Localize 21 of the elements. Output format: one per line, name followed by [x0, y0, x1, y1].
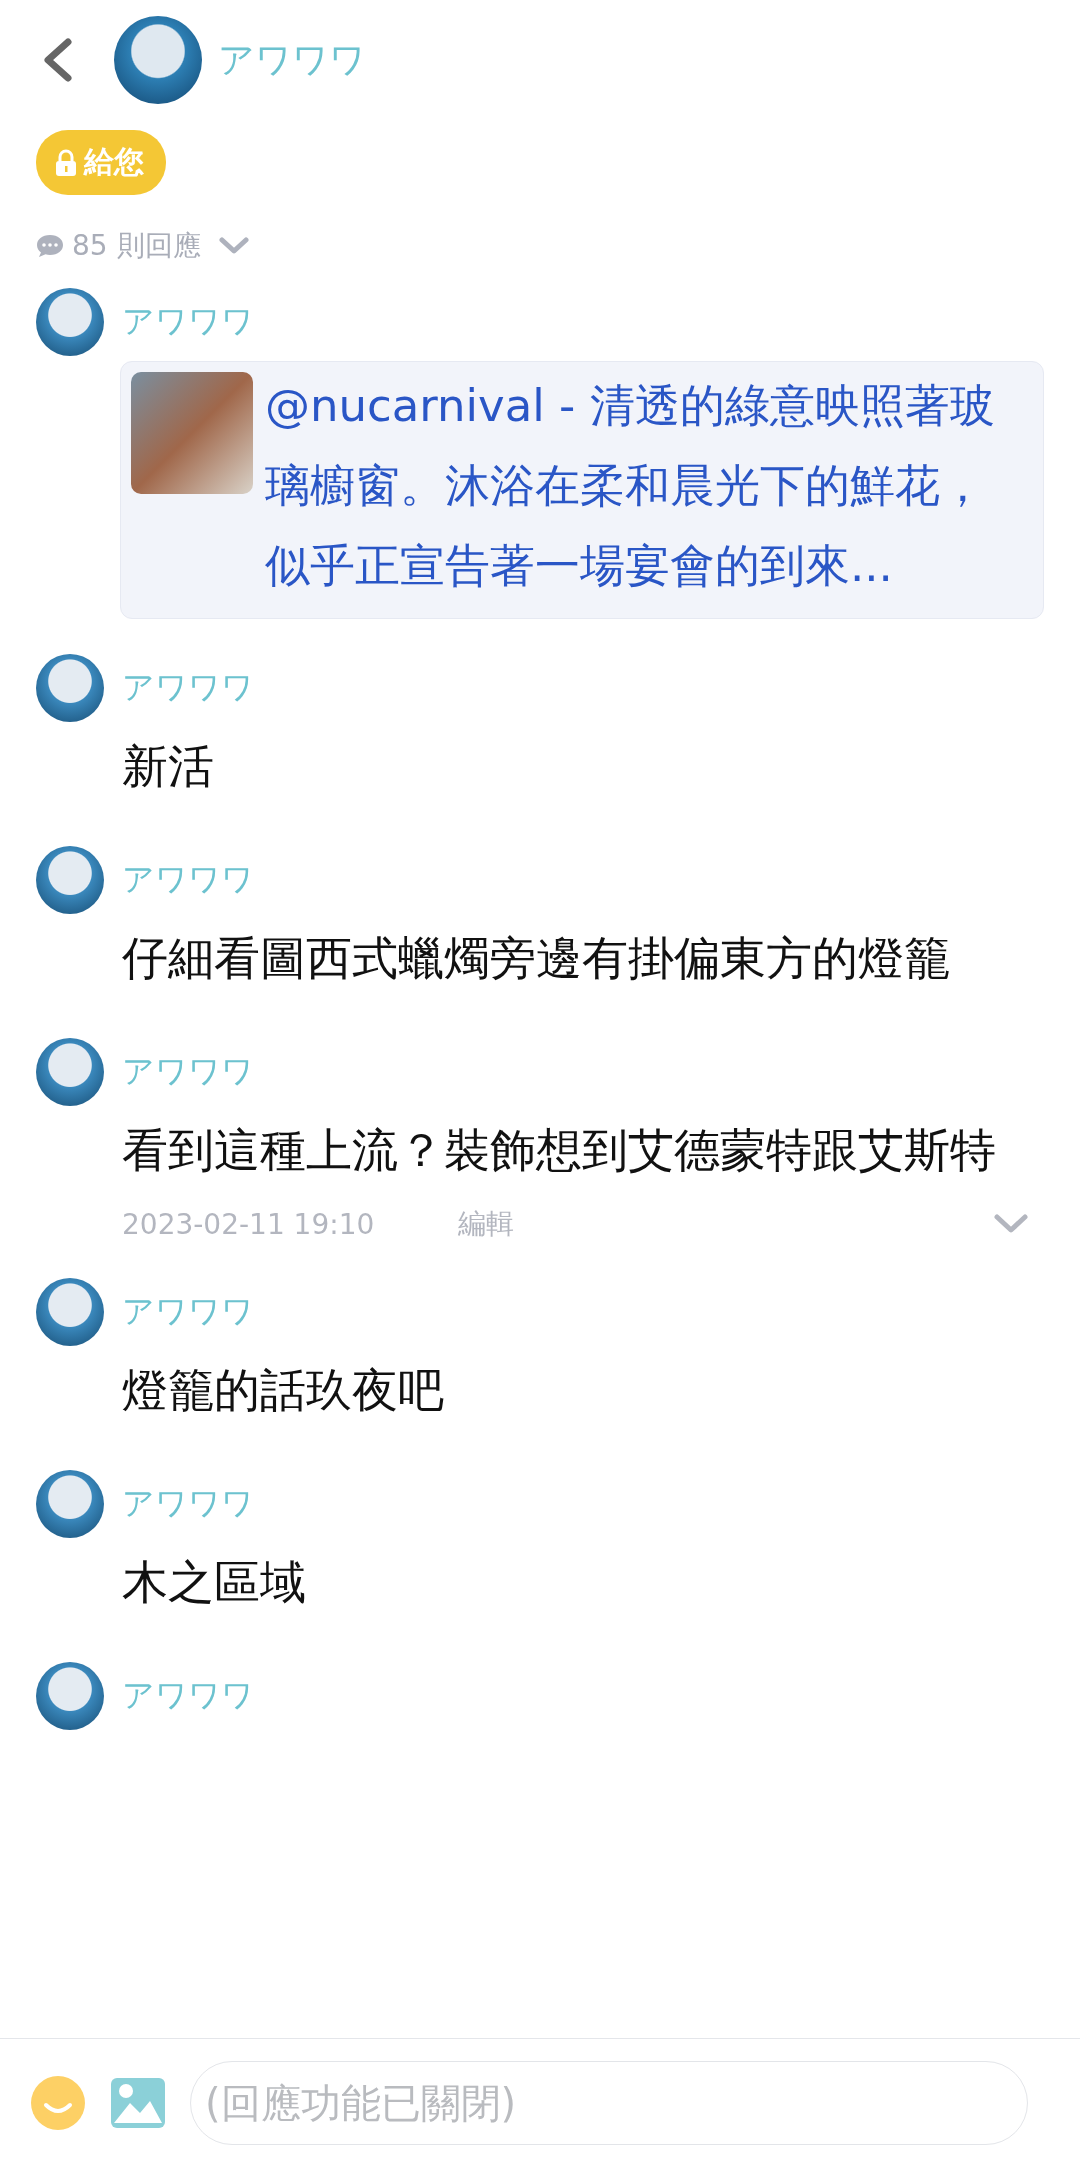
comment-text: 看到這種上流？裝飾想到艾德蒙特跟艾斯特	[122, 1122, 997, 1179]
link-preview-text: @nucarnival - 清透的綠意映照著玻璃櫥窗。沐浴在柔和晨光下的鮮花，似乎正宣告著一場宴會的到來...	[265, 378, 996, 594]
comment-text: 新活	[122, 738, 215, 795]
username[interactable]: アワワワ	[122, 1050, 254, 1094]
username[interactable]: アワワワ	[122, 300, 254, 344]
comment-text: 仔細看圖西式蠟燭旁邊有掛偏東方的燈籠	[122, 930, 951, 987]
edit-link[interactable]: 編輯	[458, 1205, 515, 1243]
link-preview-card[interactable]: @nucarnival - 清透的綠意映照著玻璃櫥窗。沐浴在柔和晨光下的鮮花，似乎正宣告著一場宴會的到來...	[120, 361, 1044, 619]
badge-label: 給您	[84, 143, 144, 181]
reply-count[interactable]: 85 則回應	[72, 227, 201, 265]
username[interactable]: アワワワ	[122, 666, 254, 710]
username[interactable]: アワワワ	[122, 1482, 254, 1526]
username[interactable]: アワワワ	[122, 1290, 254, 1334]
username[interactable]: アワワワ	[218, 35, 366, 85]
comment-text: 木之區域	[122, 1554, 307, 1611]
lock-icon	[54, 148, 78, 177]
comment-text: 燈籠的話玖夜吧	[122, 1362, 445, 1419]
chat-bubble-icon	[36, 234, 64, 258]
timestamp: 2023-02-11 19:10	[122, 1207, 375, 1241]
username[interactable]: アワワワ	[122, 1674, 254, 1718]
username[interactable]: アワワワ	[122, 858, 254, 902]
